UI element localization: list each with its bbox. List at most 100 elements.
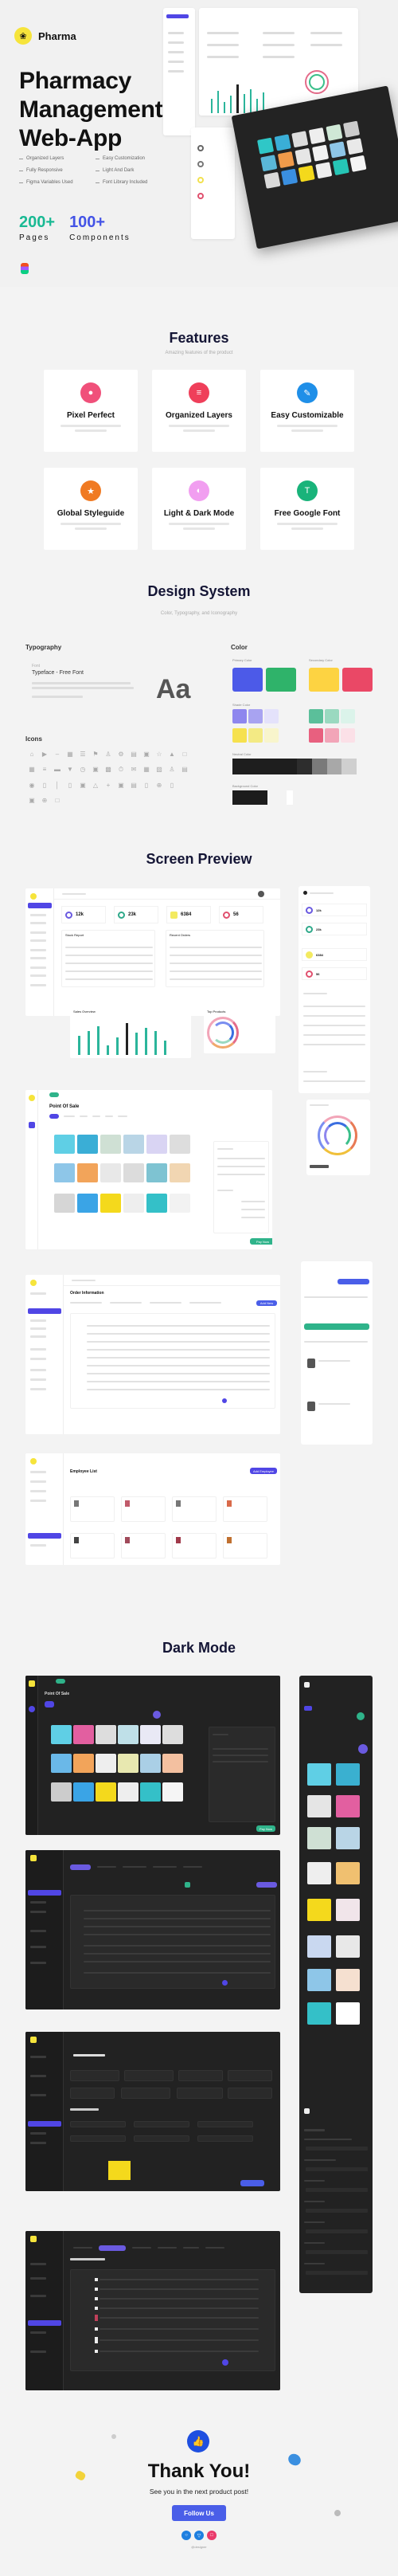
pay-now-button[interactable]: Pay Now <box>250 1238 272 1245</box>
table-title: Recent Orders <box>170 933 191 937</box>
employee-card <box>121 1533 166 1559</box>
alphabet-sample <box>32 682 134 698</box>
color-heading: Color <box>231 644 248 651</box>
tab-active[interactable] <box>70 1864 91 1870</box>
minus-icon: – <box>55 751 60 758</box>
design-system-subtitle: Color, Typography, and Iconography <box>160 611 238 616</box>
hero-mockup-collage <box>163 0 398 263</box>
category-tab-active[interactable] <box>45 1701 54 1708</box>
stat-pages: 200+ Pages <box>19 214 55 242</box>
add-new-button[interactable] <box>256 1882 277 1888</box>
point-of-sale-preview: Point Of Sale Pay Now <box>25 1090 272 1249</box>
box-icon: ▣ <box>92 766 99 773</box>
page-title: Point Of Sale <box>49 1104 80 1109</box>
feature-title: Global Styleguide <box>57 509 125 518</box>
feature-title: Light & Dark Mode <box>163 509 235 518</box>
feature-card: ✎ Easy Customizable <box>260 370 354 452</box>
submit-button[interactable] <box>304 1323 369 1330</box>
dark-product-list-preview <box>25 2231 280 2390</box>
shade-swatch <box>248 709 263 723</box>
feature-bullet: Organized Layers <box>19 156 96 161</box>
typography-sample: Font Typeface - Free Font <box>32 664 134 700</box>
add-icon: ⊕ <box>41 797 48 804</box>
color-swatch-secondary-yellow <box>309 668 339 692</box>
stat-value: 12k <box>316 908 322 912</box>
page-title: Employee List <box>70 1469 97 1474</box>
pagination-current[interactable] <box>222 1398 227 1403</box>
stat-components: 100+ Components <box>69 214 131 242</box>
mobile-dashboard-preview: 12k 23k 6384 56 <box>298 886 370 1093</box>
feature-title: Organized Layers <box>166 411 232 420</box>
stat-label: Components <box>69 233 131 242</box>
top-products-mobile <box>306 1100 370 1175</box>
avatar <box>258 891 264 897</box>
add-icon: ⊕ <box>156 782 162 789</box>
design-system-title: Design System <box>147 583 251 599</box>
add-employee-button[interactable]: Add Employee <box>250 1468 277 1474</box>
clock-icon: ⏱ <box>118 766 124 773</box>
stat-value: 12k <box>76 912 84 917</box>
shade-swatch <box>341 728 355 743</box>
dark-pos-preview: Point Of Sale Pay Now <box>25 1676 280 1835</box>
thank-you-title: Thank You! <box>147 2460 251 2482</box>
sales-chart-card: Sales Overview <box>70 1007 191 1058</box>
dribbble-icon[interactable]: ○ <box>181 2531 191 2540</box>
recent-orders-table: Recent Orders <box>166 930 264 987</box>
hero-stats: 200+ Pages 100+ Components <box>19 214 131 242</box>
employee-card <box>172 1496 217 1522</box>
avatar <box>307 1359 315 1368</box>
stat-value: 100+ <box>69 214 106 231</box>
doc-icon: ▤ <box>131 751 137 758</box>
tab-active[interactable] <box>99 2245 126 2251</box>
play-icon: ▶ <box>41 751 48 758</box>
pagination-current[interactable] <box>222 1980 228 1986</box>
features-subtitle: Amazing features of the product <box>165 351 233 355</box>
bookmark-icon: □ <box>182 751 187 758</box>
add-new-button[interactable] <box>338 1279 369 1284</box>
employee-card <box>172 1533 217 1559</box>
icons-heading: Icons <box>25 735 42 743</box>
dashboard-preview: 12k 23k 6384 56 Stock Report Recent Orde… <box>25 888 280 1016</box>
social-handle: @designer <box>191 2545 207 2549</box>
instagram-icon[interactable]: □ <box>207 2531 217 2540</box>
behance-icon[interactable]: ▽ <box>194 2531 204 2540</box>
save-button[interactable] <box>240 2180 264 2186</box>
card-icon: ▬ <box>54 766 60 773</box>
stat-value: 6384 <box>316 952 323 957</box>
sidebar-active-item <box>28 1308 61 1314</box>
stat-card: 23k <box>114 906 158 923</box>
cart-icon: ▣ <box>143 751 150 758</box>
feature-bullet: Figma Variables Used <box>19 180 96 185</box>
pay-now-button[interactable]: Pay Now <box>256 1825 275 1832</box>
calendar-icon: ▦ <box>29 766 35 773</box>
pagination-current[interactable] <box>222 2359 228 2366</box>
background-swatch-dark <box>232 790 267 805</box>
page-title: Point Of Sale <box>45 1692 70 1696</box>
brand-logo: ❀ Pharma <box>14 27 76 45</box>
nav-badge <box>49 1092 59 1097</box>
figma-icon <box>21 263 29 274</box>
neutral-color-strip <box>232 759 357 774</box>
decor-shape <box>110 2433 118 2441</box>
file-icon: ▯ <box>42 782 47 789</box>
hero-title-line: Pharmacy <box>19 68 132 94</box>
filter-icon: ▼ <box>67 766 73 773</box>
mail-icon: ✉ <box>131 766 137 773</box>
thank-you-subtitle: See you in the next product post! <box>149 2488 249 2496</box>
grid-icon: ▦ <box>67 751 73 758</box>
file-icon: ▯ <box>170 782 174 789</box>
color-group-label: Secondary Color <box>309 658 333 662</box>
category-tab-active[interactable] <box>49 1114 59 1119</box>
stat-value: 56 <box>233 912 239 917</box>
top-products-donut: Top Products <box>204 1007 275 1053</box>
feature-bullet-list: Organized Layers Easy Customization Full… <box>19 156 172 185</box>
pixel-icon: ● <box>80 382 101 403</box>
home-icon: ⌂ <box>29 751 34 758</box>
stat-card: 56 <box>219 906 263 923</box>
shade-swatch <box>341 709 355 723</box>
dark-mobile-form <box>299 2102 373 2293</box>
employee-card <box>223 1533 267 1559</box>
shade-swatch <box>325 709 339 723</box>
follow-us-button[interactable]: Follow Us <box>172 2505 226 2521</box>
add-new-button[interactable]: Add New <box>256 1300 277 1306</box>
